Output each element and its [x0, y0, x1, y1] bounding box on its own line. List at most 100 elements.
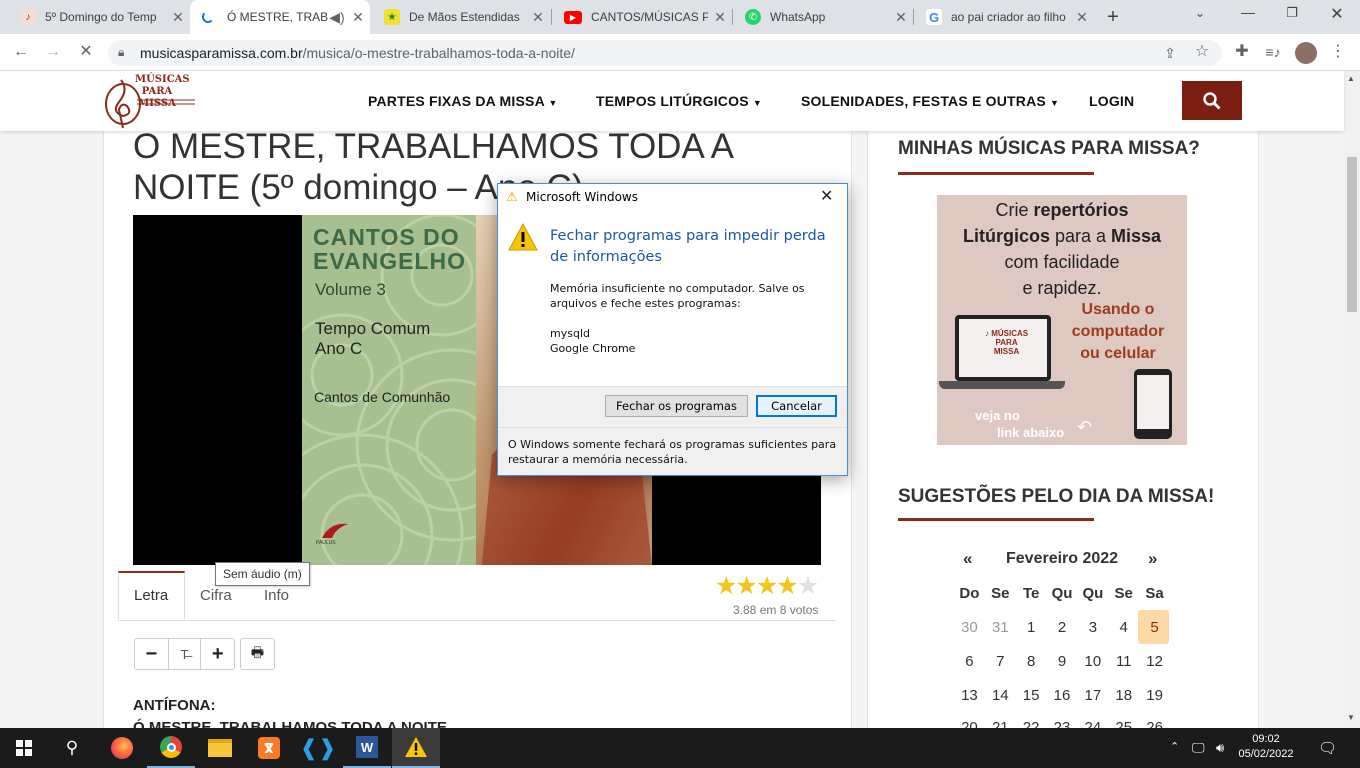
calendar-day[interactable]: 4 [1108, 619, 1139, 636]
start-button[interactable] [0, 728, 48, 768]
back-arrow-icon[interactable]: ← [10, 43, 32, 61]
extensions-puzzle-icon[interactable]: ✚ [1231, 43, 1253, 61]
close-tab-icon[interactable]: ✕ [708, 9, 732, 26]
calendar-day-today[interactable]: 5 [1139, 619, 1170, 636]
stop-loading-icon[interactable]: ✕ [75, 43, 97, 61]
taskbar-search-icon[interactable]: ⚲ [48, 728, 96, 768]
url-text[interactable]: musicasparamissa.com.br/musica/o-mestre-… [140, 45, 575, 61]
close-tab-icon[interactable]: ✕ [1070, 9, 1094, 26]
calendar-day[interactable]: 17 [1077, 687, 1108, 704]
close-tab-icon[interactable]: ✕ [346, 9, 370, 26]
taskbar-firefox[interactable] [98, 728, 146, 768]
tab-info[interactable]: Info [264, 587, 289, 604]
tab-google-search[interactable]: G ao pai criador ao filho ✕ [914, 0, 1094, 34]
star-full-icon[interactable]: ★ [756, 572, 778, 600]
taskbar-vscode[interactable]: ❰❱ [294, 728, 342, 768]
close-window-icon[interactable]: ✕ [1327, 4, 1347, 24]
dialog-title: Microsoft Windows [526, 190, 638, 204]
taskbar-xampp[interactable]: ⴳ [245, 728, 293, 768]
dropdown-caret-icon: ▼ [548, 98, 558, 108]
close-tab-icon[interactable]: ✕ [166, 9, 190, 26]
calendar-day[interactable]: 16 [1047, 687, 1078, 704]
scrollbar-thumb[interactable] [1347, 157, 1357, 312]
volume-icon[interactable]: 🔊︎ [1216, 740, 1224, 756]
restore-window-icon[interactable]: ❐ [1282, 5, 1302, 21]
scroll-up-icon[interactable]: ▲ [1347, 74, 1355, 83]
tab-de-maos-estendidas[interactable]: ★ De Mãos Estendidas ✕ [372, 0, 550, 34]
dialog-close-icon[interactable]: ✕ [820, 186, 833, 205]
nav-solenidades[interactable]: SOLENIDADES, FESTAS E OUTRAS ▼ [801, 93, 1059, 109]
tab-cifra[interactable]: Cifra [200, 587, 232, 604]
media-control-icon[interactable]: ≡♪ [1262, 43, 1284, 61]
close-tab-icon[interactable]: ✕ [526, 9, 550, 26]
decrease-font-button[interactable]: − [135, 639, 169, 669]
calendar-prev-button[interactable]: « [963, 549, 972, 569]
close-tab-icon[interactable]: ✕ [889, 9, 913, 26]
tab-whatsapp[interactable]: ✆ WhatsApp ✕ [733, 0, 913, 34]
taskbar-clock[interactable]: 09:02 05/02/2022 [1238, 732, 1294, 762]
site-logo[interactable]: MÚSICAS PARA MISSA [103, 72, 199, 130]
text-size-icon[interactable]: T̶ [169, 639, 202, 669]
nav-partes-fixas[interactable]: PARTES FIXAS DA MISSA ▼ [368, 93, 558, 109]
share-icon[interactable]: ⇪ [1159, 44, 1181, 62]
star-full-icon[interactable]: ★ [715, 572, 737, 600]
tab-search-chevron-icon[interactable]: ⌄ [1188, 6, 1212, 20]
calendar-day[interactable]: 14 [985, 687, 1016, 704]
speaker-muted-icon[interactable]: ◀) [328, 9, 346, 26]
calendar-day[interactable]: 13 [954, 687, 985, 704]
notifications-icon[interactable]: 🗨︎ [1318, 739, 1337, 757]
forward-arrow-icon[interactable]: → [42, 43, 64, 61]
platform-ad-banner[interactable]: Crie repertórios Litúrgicos para a Missa… [937, 195, 1187, 445]
taskbar-word[interactable]: W [343, 728, 391, 768]
tabs-divider [118, 620, 836, 621]
calendar-day[interactable]: 19 [1139, 687, 1170, 704]
star-full-icon[interactable]: ★ [776, 572, 798, 600]
calendar-day[interactable]: 12 [1139, 653, 1170, 670]
minimize-window-icon[interactable]: — [1236, 4, 1260, 20]
cancel-button[interactable]: Cancelar [756, 395, 837, 417]
paulus-logo-icon [318, 520, 352, 542]
bookmark-star-icon[interactable]: ☆ [1191, 43, 1213, 61]
lyrics-heading: ANTÍFONA: [133, 697, 216, 714]
calendar-day[interactable]: 7 [985, 653, 1016, 670]
print-button[interactable]: 🖶︎ [240, 638, 275, 670]
site-search-button[interactable] [1182, 81, 1242, 120]
calendar-day[interactable]: 10 [1077, 653, 1108, 670]
star-favicon-icon: ★ [384, 9, 400, 25]
star-empty-icon[interactable]: ★ [797, 572, 819, 600]
tab-title: CANTOS/MÚSICAS PA [591, 10, 708, 24]
tab-o-mestre-active[interactable]: Ó MESTRE, TRABA ◀) ✕ [190, 0, 370, 34]
taskbar-file-explorer[interactable] [196, 728, 244, 768]
calendar-day[interactable]: 30 [954, 619, 985, 636]
widget-underline [898, 172, 1094, 175]
scroll-down-icon[interactable]: ▼ [1347, 713, 1355, 722]
star-rating[interactable]: ★★★★★ [715, 572, 819, 600]
calendar-day[interactable]: 2 [1047, 619, 1078, 636]
calendar-day[interactable]: 11 [1108, 653, 1139, 670]
calendar-day[interactable]: 6 [954, 653, 985, 670]
profile-avatar[interactable] [1295, 42, 1317, 64]
calendar-day[interactable]: 9 [1047, 653, 1078, 670]
calendar-day[interactable]: 15 [1016, 687, 1047, 704]
calendar-day[interactable]: 31 [985, 619, 1016, 636]
nav-login[interactable]: LOGIN [1089, 93, 1134, 109]
taskbar-warning-dialog[interactable] [392, 728, 440, 768]
calendar-next-button[interactable]: » [1148, 549, 1157, 569]
lock-icon[interactable]: 🔒︎ [118, 45, 124, 60]
increase-font-button[interactable]: + [201, 639, 234, 669]
show-hidden-icons[interactable]: ⌃ [1170, 740, 1179, 753]
nav-tempos-liturgicos[interactable]: TEMPOS LITÚRGICOS ▼ [596, 93, 762, 109]
calendar-day[interactable]: 18 [1108, 687, 1139, 704]
cover-subtitle-2: Ano C [315, 339, 363, 358]
calendar-day[interactable]: 3 [1077, 619, 1108, 636]
taskbar-chrome[interactable] [147, 728, 195, 768]
tab-youtube[interactable]: ▶ CANTOS/MÚSICAS PA ✕ [552, 0, 732, 34]
calendar-day[interactable]: 1 [1016, 619, 1047, 636]
new-tab-icon[interactable]: + [1101, 6, 1125, 28]
network-icon[interactable]: 🖵︎ [1192, 740, 1205, 756]
close-programs-button[interactable]: Fechar os programas [605, 395, 748, 417]
tab-musicas-5-domingo[interactable]: ♪ 5º Domingo do Temp ✕ [8, 0, 190, 34]
calendar-day[interactable]: 8 [1016, 653, 1047, 670]
star-full-icon[interactable]: ★ [735, 572, 757, 600]
browser-menu-icon[interactable]: ⋮ [1327, 43, 1349, 61]
